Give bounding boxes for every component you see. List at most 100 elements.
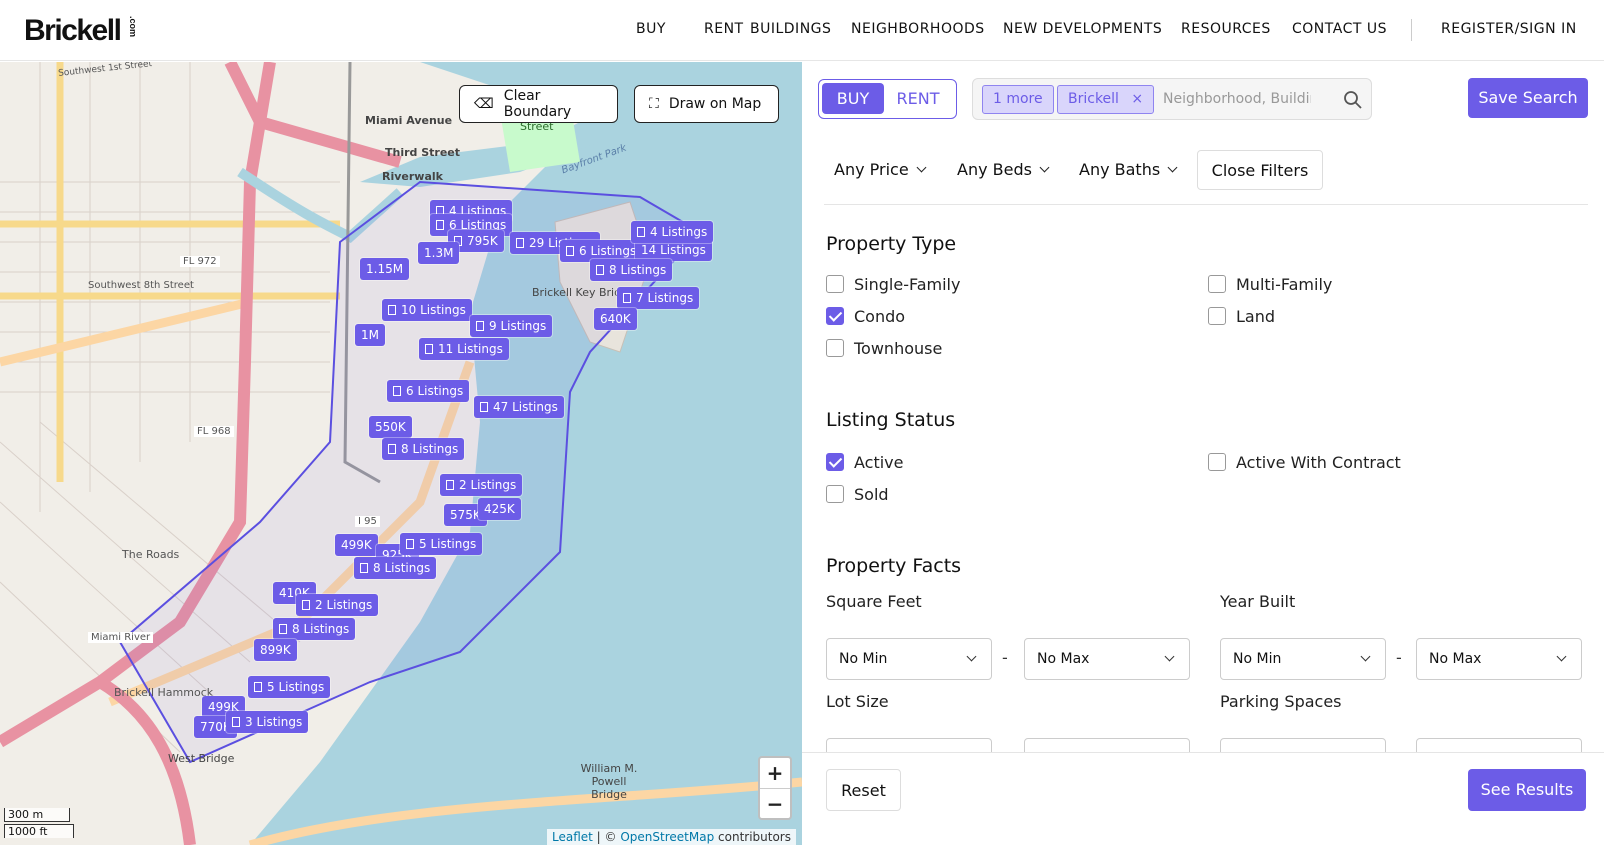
nav-register-sign-in[interactable]: REGISTER/SIGN IN (1441, 21, 1577, 41)
see-results-button[interactable]: See Results (1468, 769, 1586, 811)
chevron-down-icon (1039, 162, 1050, 173)
checkbox-active-with-contract[interactable]: Active With Contract (1208, 453, 1401, 473)
building-icon (623, 293, 631, 303)
map-marker[interactable]: 7 Listings (617, 287, 700, 309)
map-marker[interactable]: 5 Listings (400, 533, 483, 555)
year-built-label: Year Built (1220, 592, 1296, 611)
map-marker[interactable]: 8 Listings (273, 618, 356, 640)
close-filters-button[interactable]: Close Filters (1197, 150, 1323, 190)
osm-link[interactable]: OpenStreetMap (620, 830, 714, 844)
map-marker[interactable]: 1.3M (418, 242, 460, 264)
sqft-min-select[interactable]: No Min (826, 638, 992, 680)
buy-toggle[interactable]: BUY (822, 83, 884, 114)
year-min-select[interactable]: No Min (1220, 638, 1386, 680)
draw-icon: ⛶ (649, 96, 659, 112)
range-dash: - (1396, 648, 1402, 667)
map-marker[interactable]: 899K (254, 639, 297, 661)
checkbox-land[interactable]: Land (1208, 307, 1275, 327)
remove-chip-icon[interactable]: × (1131, 91, 1143, 107)
nav-contact-us[interactable]: CONTACT US (1292, 21, 1387, 41)
map-marker[interactable]: 425K (478, 498, 521, 520)
divider (824, 204, 1588, 205)
map-marker[interactable]: 8 Listings (354, 557, 437, 579)
building-icon (566, 246, 574, 256)
map-marker[interactable]: 8 Listings (382, 438, 465, 460)
sqft-max-select[interactable]: No Max (1024, 638, 1190, 680)
map-marker[interactable]: 2 Listings (296, 594, 379, 616)
clear-boundary-label: Clear Boundary (503, 88, 572, 120)
map-marker[interactable]: 6 Listings (387, 380, 470, 402)
map-label: The Roads (122, 548, 180, 561)
building-icon (516, 238, 524, 248)
checkbox-icon (1208, 307, 1226, 325)
map-marker[interactable]: 640K (594, 308, 637, 330)
checkbox-multi-family[interactable]: Multi-Family (1208, 275, 1332, 295)
leaflet-link[interactable]: Leaflet (552, 830, 593, 844)
map-marker[interactable]: 11 Listings (419, 338, 509, 360)
map-marker[interactable]: 1M (355, 324, 385, 346)
clear-boundary-button[interactable]: ⌫ Clear Boundary (459, 85, 618, 123)
nav-resources[interactable]: RESOURCES (1181, 21, 1271, 41)
map-marker[interactable]: 550K (369, 416, 412, 438)
checkbox-single-family[interactable]: Single-Family (826, 275, 960, 295)
nav-new-developments[interactable]: NEW DEVELOPMENTS (1003, 21, 1162, 41)
listing-status-title: Listing Status (826, 409, 956, 431)
map-marker[interactable]: 47 Listings (474, 396, 564, 418)
map-marker[interactable]: 8 Listings (590, 259, 673, 281)
draw-on-map-label: Draw on Map (668, 96, 762, 112)
map-marker[interactable]: 9 Listings (470, 315, 553, 337)
checkbox-condo[interactable]: Condo (826, 307, 905, 327)
search-icon[interactable] (1343, 90, 1363, 110)
building-icon (388, 444, 396, 454)
map-label: Brickell Hammock (114, 686, 214, 699)
checkbox-sold[interactable]: Sold (826, 485, 889, 505)
save-search-button[interactable]: Save Search (1468, 78, 1588, 118)
year-max-select[interactable]: No Max (1416, 638, 1582, 680)
map-marker[interactable]: 10 Listings (382, 299, 472, 321)
draw-on-map-button[interactable]: ⛶ Draw on Map (634, 85, 779, 123)
checkbox-icon (826, 275, 844, 293)
parking-spaces-label: Parking Spaces (1220, 692, 1342, 711)
chevron-down-icon (1167, 162, 1178, 173)
rent-toggle[interactable]: RENT (884, 83, 952, 114)
nav-neighborhoods[interactable]: NEIGHBORHOODS (851, 21, 985, 41)
map-view[interactable]: Southwest 1st Street Southwest 8th Stree… (0, 62, 802, 845)
map-marker[interactable]: 5 Listings (248, 676, 331, 698)
map-marker[interactable]: 499K (335, 534, 378, 556)
checkbox-active[interactable]: Active (826, 453, 904, 473)
building-icon (254, 682, 262, 692)
brickell-logo[interactable]: Brickell .com (24, 14, 138, 48)
map-label: Third Street (385, 146, 461, 159)
map-label: I 95 (355, 516, 380, 527)
map-marker[interactable]: 2 Listings (440, 474, 523, 496)
more-chip[interactable]: 1 more (982, 85, 1054, 114)
zoom-out-button[interactable]: − (760, 788, 790, 818)
site-header: Brickell .com BUY RENT BUILDINGS NEIGHBO… (0, 0, 1604, 61)
nav-buildings[interactable]: BUILDINGS (750, 21, 831, 41)
beds-dropdown[interactable]: Any Beds (957, 160, 1050, 179)
nav-rent[interactable]: RENT (704, 21, 744, 41)
checkbox-icon (1208, 275, 1226, 293)
chevron-down-icon (1360, 651, 1371, 662)
building-icon (637, 227, 645, 237)
filter-panel: BUY RENT 1 more Brickell × Neighborhood,… (802, 62, 1604, 845)
chevron-down-icon (916, 162, 927, 173)
checkbox-icon (1208, 453, 1226, 471)
checkbox-checked-icon (826, 307, 844, 325)
nav-buy[interactable]: BUY (636, 21, 666, 41)
map-marker[interactable]: 3 Listings (226, 711, 309, 733)
building-icon (446, 480, 454, 490)
square-feet-label: Square Feet (826, 592, 922, 611)
map-label: Southwest 8th Street (88, 280, 194, 291)
baths-dropdown[interactable]: Any Baths (1079, 160, 1178, 179)
price-dropdown[interactable]: Any Price (834, 160, 927, 179)
brickell-chip[interactable]: Brickell × (1057, 85, 1155, 114)
checkbox-townhouse[interactable]: Townhouse (826, 339, 942, 359)
zoom-control: + − (758, 756, 792, 820)
map-marker[interactable]: 1.15M (360, 258, 410, 280)
zoom-in-button[interactable]: + (760, 758, 790, 788)
search-input[interactable]: Neighborhood, Building (1163, 91, 1311, 107)
map-marker[interactable]: 4 Listings (631, 221, 714, 243)
map-label: Miami River (88, 632, 154, 643)
reset-button[interactable]: Reset (826, 769, 901, 811)
